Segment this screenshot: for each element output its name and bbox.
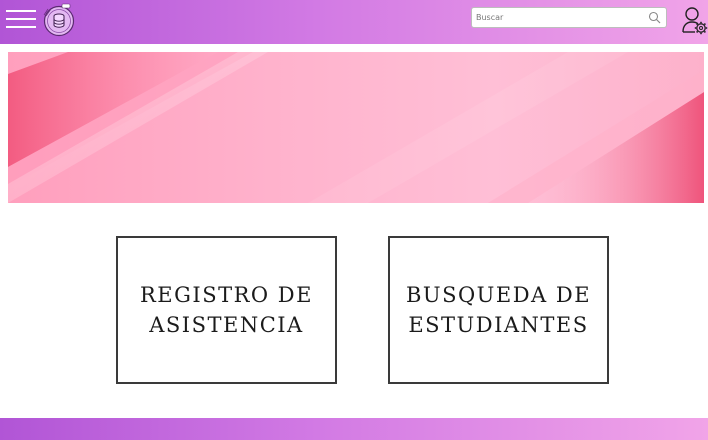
hero-banner bbox=[8, 52, 704, 203]
busqueda-estudiantes-label: BUSQUEDA DE ESTUDIANTES bbox=[405, 283, 592, 337]
registro-asistencia-label: REGISTRO DE ASISTENCIA bbox=[140, 283, 313, 337]
footer-bar bbox=[0, 418, 708, 440]
hamburger-menu-icon[interactable] bbox=[6, 10, 36, 30]
database-logo-icon[interactable] bbox=[42, 3, 76, 37]
search-icon[interactable] bbox=[648, 11, 661, 24]
banner-stripes-image bbox=[8, 52, 704, 203]
top-navbar bbox=[0, 0, 708, 44]
registro-asistencia-button[interactable]: REGISTRO DE ASISTENCIA bbox=[116, 236, 337, 384]
user-settings-icon[interactable] bbox=[682, 5, 708, 35]
busqueda-estudiantes-button[interactable]: BUSQUEDA DE ESTUDIANTES bbox=[388, 236, 609, 384]
search-box bbox=[471, 7, 667, 28]
search-input[interactable] bbox=[476, 10, 640, 25]
